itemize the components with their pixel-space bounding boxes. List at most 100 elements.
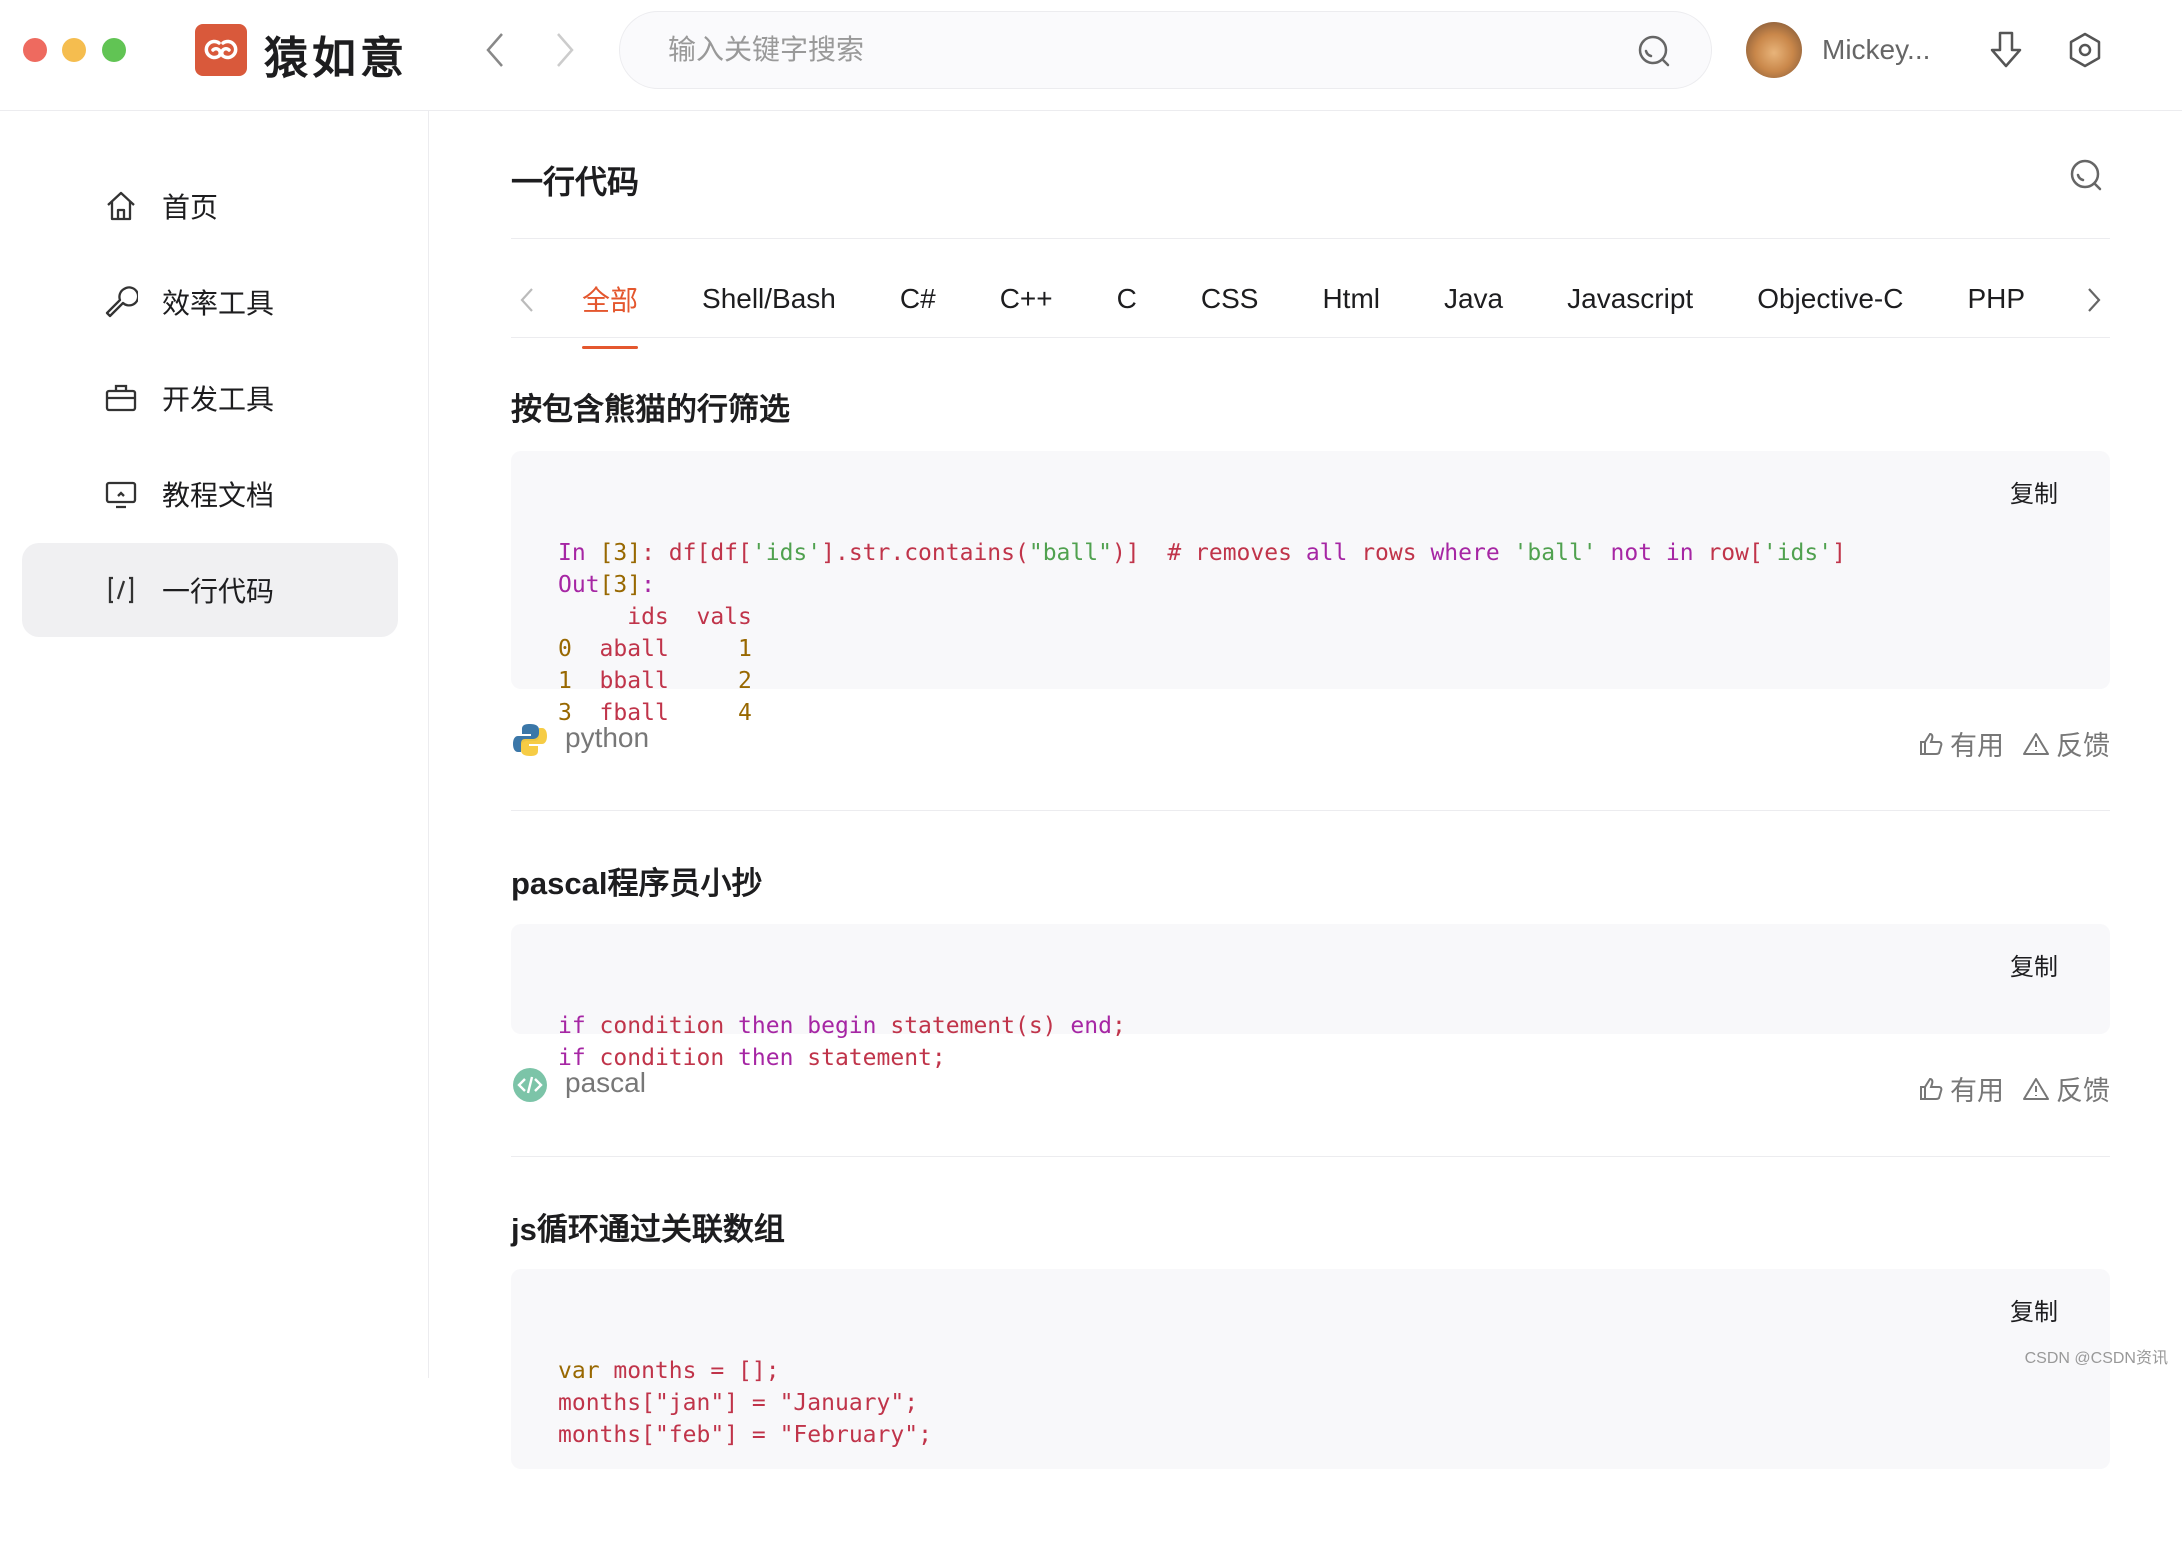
code-token: not in [1610,540,1694,566]
tab-3[interactable]: C++ [1000,283,1053,315]
python-icon [513,724,547,756]
code-token: ].str.contains( [821,540,1029,566]
divider [511,1156,2110,1157]
code-token: bball [571,668,739,694]
sidebar-item-efficiency-tools[interactable]: 效率工具 [22,255,398,349]
code-token: condition [585,1013,739,1039]
feedback-label: 反馈 [2056,1076,2110,1106]
tab-5[interactable]: CSS [1201,283,1259,315]
tab-4[interactable]: C [1117,283,1137,315]
home-icon [107,191,135,221]
code-token: ids vals [558,604,752,630]
useful-button[interactable]: 有用 [1918,724,2004,763]
pascal-icon [513,1068,547,1102]
tab-10[interactable]: PHP [1967,283,2025,315]
code-token: end [1070,1013,1112,1039]
snippet-title: js循环通过关联数组 [511,1212,785,1247]
code-line: ids vals [558,601,2110,633]
code-token: months[ [558,1390,655,1416]
refresh-icon[interactable] [2069,158,2103,192]
code-token: : df[df[ [641,540,752,566]
sidebar-item-one-line-code[interactable]: 一行代码 [22,543,398,637]
search-icon[interactable] [1637,34,1671,68]
tab-1[interactable]: Shell/Bash [702,283,836,315]
feedback-button[interactable]: 反馈 [2022,1069,2110,1108]
code-token: row[ [1693,540,1763,566]
copy-button[interactable]: 复制 [2010,479,2058,511]
window-maximize-button[interactable] [102,38,126,62]
code-line: In [3]: df[df['ids'].str.contains("ball"… [558,537,2110,569]
useful-button[interactable]: 有用 [1918,1069,2004,1108]
code-token: if [558,1013,586,1039]
sidebar-item-label: 开发工具 [162,384,275,415]
monitor-icon [105,481,137,509]
code-line: if condition then begin statement(s) end… [558,1010,2110,1042]
wrench-icon [105,286,138,318]
sidebar-item-dev-tools[interactable]: 开发工具 [22,351,398,445]
code-token: months = []; [599,1358,780,1384]
tab-2[interactable]: C# [900,283,936,315]
code-block: In [3]: df[df['ids'].str.contains("ball"… [511,451,2110,726]
app-brand: 猿如意 [264,34,408,83]
copy-button[interactable]: 复制 [2010,952,2058,984]
code-line: months["feb"] = "February"; [558,1419,2110,1451]
back-icon[interactable] [484,30,506,70]
copy-button[interactable]: 复制 [2010,1297,2058,1329]
code-token: ] = [724,1390,780,1416]
window-close-button[interactable] [23,38,47,62]
thumbs-up-icon [1920,1077,1943,1100]
search-box [619,11,1712,89]
code-token: 0 [558,636,572,662]
code-token: "February" [779,1422,919,1448]
code-token: "January" [779,1390,905,1416]
feedback-label: 反馈 [2056,731,2110,761]
code-token: 'ids' [1762,540,1833,566]
tab-0[interactable]: 全部 [582,279,639,349]
code-token: all [1305,540,1348,566]
language-tabs: 全部 Shell/Bash C# C++ C CSS Html Java Javascript O… [511,261,2110,349]
search-input[interactable] [668,30,1568,70]
tabs-prev-icon[interactable] [519,287,535,313]
sidebar-item-label: 首页 [162,192,219,223]
snippet-meta: python 有用 反馈 [511,718,2110,762]
code-line: 1 bball 2 [558,665,2110,697]
code-token: where [1430,540,1500,566]
code-token: statement(s) [876,1013,1071,1039]
sidebar-item-home[interactable]: 首页 [22,159,398,253]
forward-icon[interactable] [554,30,576,70]
warning-icon [2023,1077,2049,1100]
snippet-meta: pascal 有用 反馈 [511,1063,2110,1107]
code-token: 'ball' [1513,540,1597,566]
sidebar-item-tutorials[interactable]: 教程文档 [22,447,398,541]
code-token: ; [918,1422,932,1448]
tab-7[interactable]: Java [1444,283,1503,315]
thumbs-up-icon [1920,732,1943,755]
code-block: if condition then begin statement(s) end… [511,924,2110,1071]
code-token: 'ids' [751,540,822,566]
tab-9[interactable]: Objective-C [1757,283,1903,315]
code-block: var months = []; months["jan"] = "January… [511,1269,2110,1469]
code-token: "feb" [654,1422,725,1448]
useful-label: 有用 [1950,1076,2004,1106]
code-token: 2 [738,668,752,694]
code-token: [3] [599,540,642,566]
window-minimize-button[interactable] [62,38,86,62]
settings-icon[interactable] [2066,31,2104,69]
tab-8[interactable]: Javascript [1567,283,1693,315]
code-token: months[ [558,1422,655,1448]
useful-label: 有用 [1950,731,2004,761]
code-icon [108,576,134,604]
code-token: ; [1111,1013,1126,1039]
snippet-title: 按包含熊猫的行筛选 [511,392,790,427]
user-name[interactable]: Mickey... [1822,34,1930,66]
code-line: 0 aball 1 [558,633,2110,665]
tabs-next-icon[interactable] [2086,287,2102,313]
tab-6[interactable]: Html [1322,283,1380,315]
download-icon[interactable] [1989,30,2023,70]
feedback-button[interactable]: 反馈 [2022,724,2110,763]
code-line: Out[3]: [558,569,2110,601]
sidebar-item-label: 效率工具 [162,288,275,319]
avatar[interactable] [1746,22,1802,78]
code-token: var [558,1358,600,1384]
